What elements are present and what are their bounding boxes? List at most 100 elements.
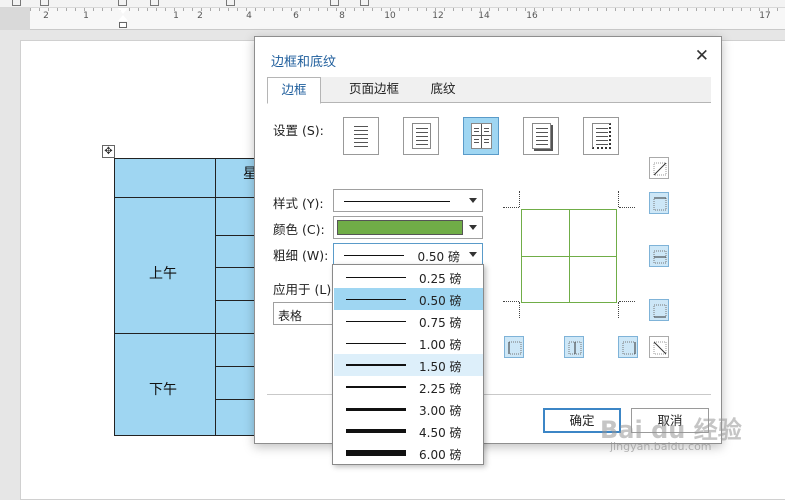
ruler-tick <box>399 8 400 11</box>
indent-marker-icon[interactable] <box>118 8 128 28</box>
ruler-tick <box>192 8 193 11</box>
line-color-select[interactable] <box>333 216 483 239</box>
ruler-tick <box>642 8 643 11</box>
ruler-tick <box>426 8 427 11</box>
tab-borders[interactable]: 边框 <box>267 77 321 104</box>
preview-corner-mark <box>618 302 619 318</box>
ruler-tick <box>300 8 301 11</box>
toolbar-icon[interactable] <box>330 0 339 6</box>
ruler-number: 14 <box>478 11 490 21</box>
ruler-tick <box>516 8 517 11</box>
ruler-tick <box>165 8 166 11</box>
ruler-tick <box>372 8 373 11</box>
morning-cell: 上午 <box>149 266 177 282</box>
ruler-tick <box>543 8 544 11</box>
right-border-icon[interactable] <box>618 336 638 358</box>
ruler-tick <box>264 8 265 11</box>
ruler-tick <box>732 8 733 11</box>
width-option-line <box>346 407 406 411</box>
toolbar-icon[interactable] <box>360 0 369 6</box>
ruler-tick <box>255 8 256 11</box>
diagonal-down-border-icon[interactable] <box>649 336 669 358</box>
left-border-icon[interactable] <box>504 336 524 358</box>
width-option-line <box>346 364 406 366</box>
box-frame-icon[interactable] <box>403 117 439 155</box>
ruler-tick <box>66 8 67 11</box>
width-option[interactable]: 0.25 磅 <box>334 266 483 288</box>
ruler-tick <box>687 8 688 11</box>
close-icon[interactable]: ✕ <box>695 46 709 66</box>
ruler-tick <box>282 8 283 11</box>
watermark-url: jingyan.baidu.com <box>610 440 712 453</box>
preview-corner-mark <box>503 207 519 208</box>
ruler-tick <box>705 8 706 11</box>
ruler-number: 4 <box>246 11 252 21</box>
ruler-tick <box>777 8 778 11</box>
table-move-handle-icon[interactable]: ✥ <box>102 145 115 158</box>
tab-shading[interactable]: 底纹 <box>419 77 467 103</box>
border-preview[interactable] <box>521 209 617 303</box>
chevron-down-icon <box>469 225 477 230</box>
color-swatch <box>337 220 463 235</box>
width-option-label: 2.25 磅 <box>419 382 462 396</box>
box-none-icon[interactable] <box>343 117 379 155</box>
toolbar-icon[interactable] <box>150 0 159 6</box>
width-option-label: 1.50 磅 <box>419 360 462 374</box>
ruler-tick <box>336 8 337 11</box>
toolbar-icon[interactable] <box>226 0 235 6</box>
width-option[interactable]: 0.50 磅 <box>334 288 483 310</box>
ruler-tick <box>273 8 274 11</box>
width-option[interactable]: 0.75 磅 <box>334 310 483 332</box>
inside-horizontal-border-icon[interactable] <box>649 245 669 267</box>
ruler-number: 12 <box>432 11 444 21</box>
settings-label: 设置 (S): <box>273 123 324 138</box>
width-option-label: 3.00 磅 <box>419 404 462 418</box>
box-grid-icon[interactable] <box>463 117 499 155</box>
width-option-line <box>346 298 406 300</box>
ruler-tick <box>417 8 418 11</box>
ruler-tick <box>354 8 355 11</box>
width-option-line <box>346 320 406 322</box>
width-value: 0.50 磅 <box>417 250 460 264</box>
toolbar-strip <box>0 0 785 8</box>
inside-vertical-border-icon[interactable] <box>564 336 584 358</box>
ruler-tick <box>444 8 445 11</box>
ruler-tick <box>111 8 112 11</box>
width-option[interactable]: 1.50 磅 <box>334 354 483 376</box>
width-option-label: 1.00 磅 <box>419 338 462 352</box>
width-option[interactable]: 6.00 磅 <box>334 442 483 464</box>
line-style-select[interactable] <box>333 189 483 212</box>
box-shadow-icon[interactable] <box>523 117 559 155</box>
bottom-border-icon[interactable] <box>649 299 669 321</box>
toolbar-icon[interactable] <box>40 0 49 6</box>
ruler-tick <box>498 8 499 11</box>
ruler-number: 2 <box>43 11 49 21</box>
width-option[interactable]: 1.00 磅 <box>334 332 483 354</box>
width-option[interactable]: 2.25 磅 <box>334 376 483 398</box>
ruler-tick <box>633 8 634 11</box>
width-option[interactable]: 3.00 磅 <box>334 398 483 420</box>
ruler-tick <box>30 8 31 11</box>
ruler-tick <box>507 8 508 11</box>
ruler-number: 1 <box>173 11 179 21</box>
document-table[interactable]: 星 上午 下午 <box>114 158 264 436</box>
top-border-icon[interactable] <box>649 192 669 214</box>
width-option-label: 0.50 磅 <box>419 294 462 308</box>
ruler-tick <box>363 8 364 11</box>
ruler-tick <box>237 8 238 11</box>
line-width-select[interactable]: 0.50 磅 <box>333 243 483 266</box>
tab-page-borders[interactable]: 页面边框 <box>331 77 417 103</box>
line-style-preview <box>344 201 450 202</box>
ruler-tick <box>471 8 472 11</box>
dialog-title: 边框和底纹 <box>271 55 337 70</box>
preview-corner-mark <box>619 301 635 302</box>
toolbar-icon[interactable] <box>12 0 21 6</box>
toolbar-icon[interactable] <box>118 0 127 6</box>
ruler-number: 2 <box>197 11 203 21</box>
ruler-tick <box>750 8 751 11</box>
box-custom-icon[interactable] <box>583 117 619 155</box>
ruler-tick <box>102 8 103 11</box>
diagonal-up-border-icon[interactable] <box>649 157 669 179</box>
width-option[interactable]: 4.50 磅 <box>334 420 483 442</box>
width-dropdown-list: 0.25 磅 0.50 磅 0.75 磅 1.00 磅 1.50 磅 2.25 磅 3.00… <box>332 264 484 465</box>
